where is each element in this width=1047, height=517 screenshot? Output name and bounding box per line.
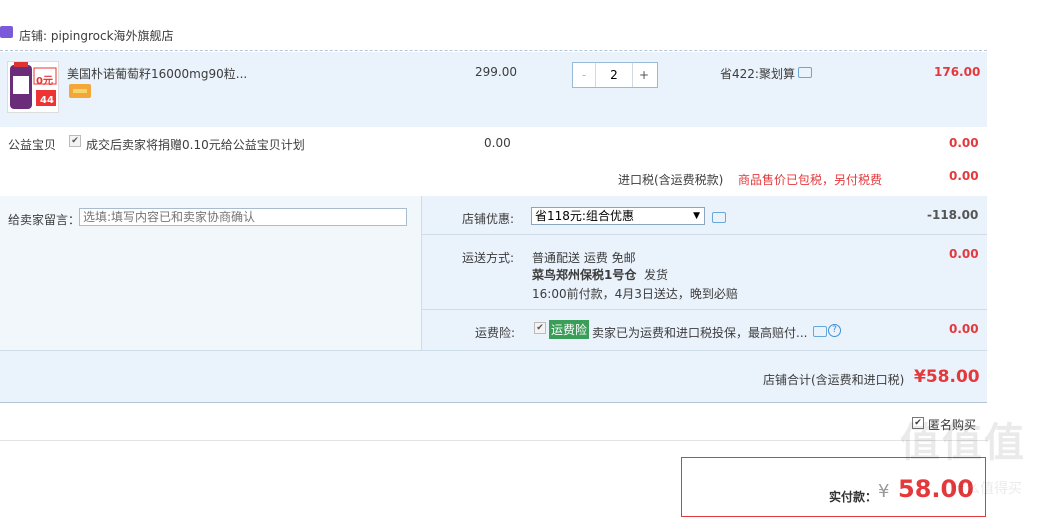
insurance-total: 0.00	[949, 322, 979, 336]
discount-label: 店铺优惠:	[462, 212, 515, 226]
charity-text: 成交后卖家将捐赠0.10元给公益宝贝计划	[86, 138, 305, 152]
message-icon[interactable]	[798, 67, 812, 78]
promo-text: 省422:聚划算	[720, 67, 795, 81]
unit-price: 299.00	[475, 65, 517, 79]
panel-divider	[421, 196, 422, 350]
thumb-price: 44	[40, 95, 54, 106]
shipping-total: 0.00	[949, 247, 979, 261]
insurance-checkbox[interactable]: ✔	[534, 322, 546, 334]
message-icon[interactable]	[712, 212, 726, 223]
discount-total: -118.00	[927, 208, 979, 222]
warehouse-suffix: 发货	[644, 268, 669, 282]
quantity-stepper[interactable]: - +	[572, 62, 658, 88]
insurance-text: 卖家已为运费和进口税投保，最高赔付...	[592, 326, 808, 340]
store-divider	[0, 50, 987, 51]
help-icon[interactable]: ?	[828, 324, 841, 337]
shop-total-value: ¥58.00	[914, 367, 980, 387]
qty-increase-button[interactable]: +	[632, 63, 655, 87]
charity-label: 公益宝贝	[8, 138, 57, 152]
discount-selected-value: 省118元:组合优惠	[535, 209, 634, 223]
shipping-label: 运送方式:	[462, 251, 515, 265]
payment-label: 实付款：	[829, 490, 878, 504]
watermark-caption: 什么值得买	[952, 481, 1022, 497]
shipping-method: 普通配送 运费 免邮	[532, 251, 636, 265]
divider	[422, 309, 987, 310]
watermark-logo: 值值值	[900, 420, 1026, 466]
charity-total: 0.00	[949, 136, 979, 150]
card-payment-icon	[69, 84, 91, 98]
store-name[interactable]: 店铺: pipingrock海外旗舰店	[19, 27, 174, 44]
charity-checkbox[interactable]: ✔	[69, 135, 81, 147]
shop-total-label: 店铺合计(含运费和进口税)	[763, 373, 905, 387]
product-title[interactable]: 美国朴诺葡萄籽16000mg90粒...	[67, 65, 247, 82]
charity-price: 0.00	[484, 136, 511, 150]
warehouse-name: 菜鸟郑州保税1号仓	[532, 268, 637, 282]
qty-input[interactable]	[596, 63, 632, 87]
discount-select[interactable]: 省118元:组合优惠 ▼	[531, 207, 705, 225]
import-tax-total: 0.00	[949, 169, 979, 183]
dropdown-arrow-icon: ▼	[693, 211, 700, 221]
payment-currency: ¥	[878, 481, 890, 502]
import-tax-label: 进口税(含运费税款)	[618, 173, 724, 187]
divider	[0, 350, 987, 351]
import-tax-note: 商品售价已包税，另付税费	[738, 173, 883, 187]
thumb-badge: 0元	[36, 76, 53, 87]
memo-label: 给卖家留言：	[8, 213, 81, 227]
store-badge-icon	[0, 26, 13, 38]
shipping-eta: 16:00前付款，4月3日送达，晚到必赔	[532, 287, 738, 301]
divider	[0, 402, 987, 403]
insurance-label: 运费险:	[475, 326, 516, 340]
shipping-warehouse: 菜鸟郑州保税1号仓 发货	[532, 266, 668, 283]
message-icon[interactable]	[813, 326, 827, 337]
seller-memo-input[interactable]	[79, 208, 407, 226]
divider	[422, 234, 987, 235]
insurance-tag: 运费险	[549, 320, 590, 339]
product-row	[0, 52, 987, 127]
divider	[0, 440, 987, 441]
qty-decrease-button[interactable]: -	[573, 63, 596, 87]
item-total: 176.00	[934, 65, 981, 79]
